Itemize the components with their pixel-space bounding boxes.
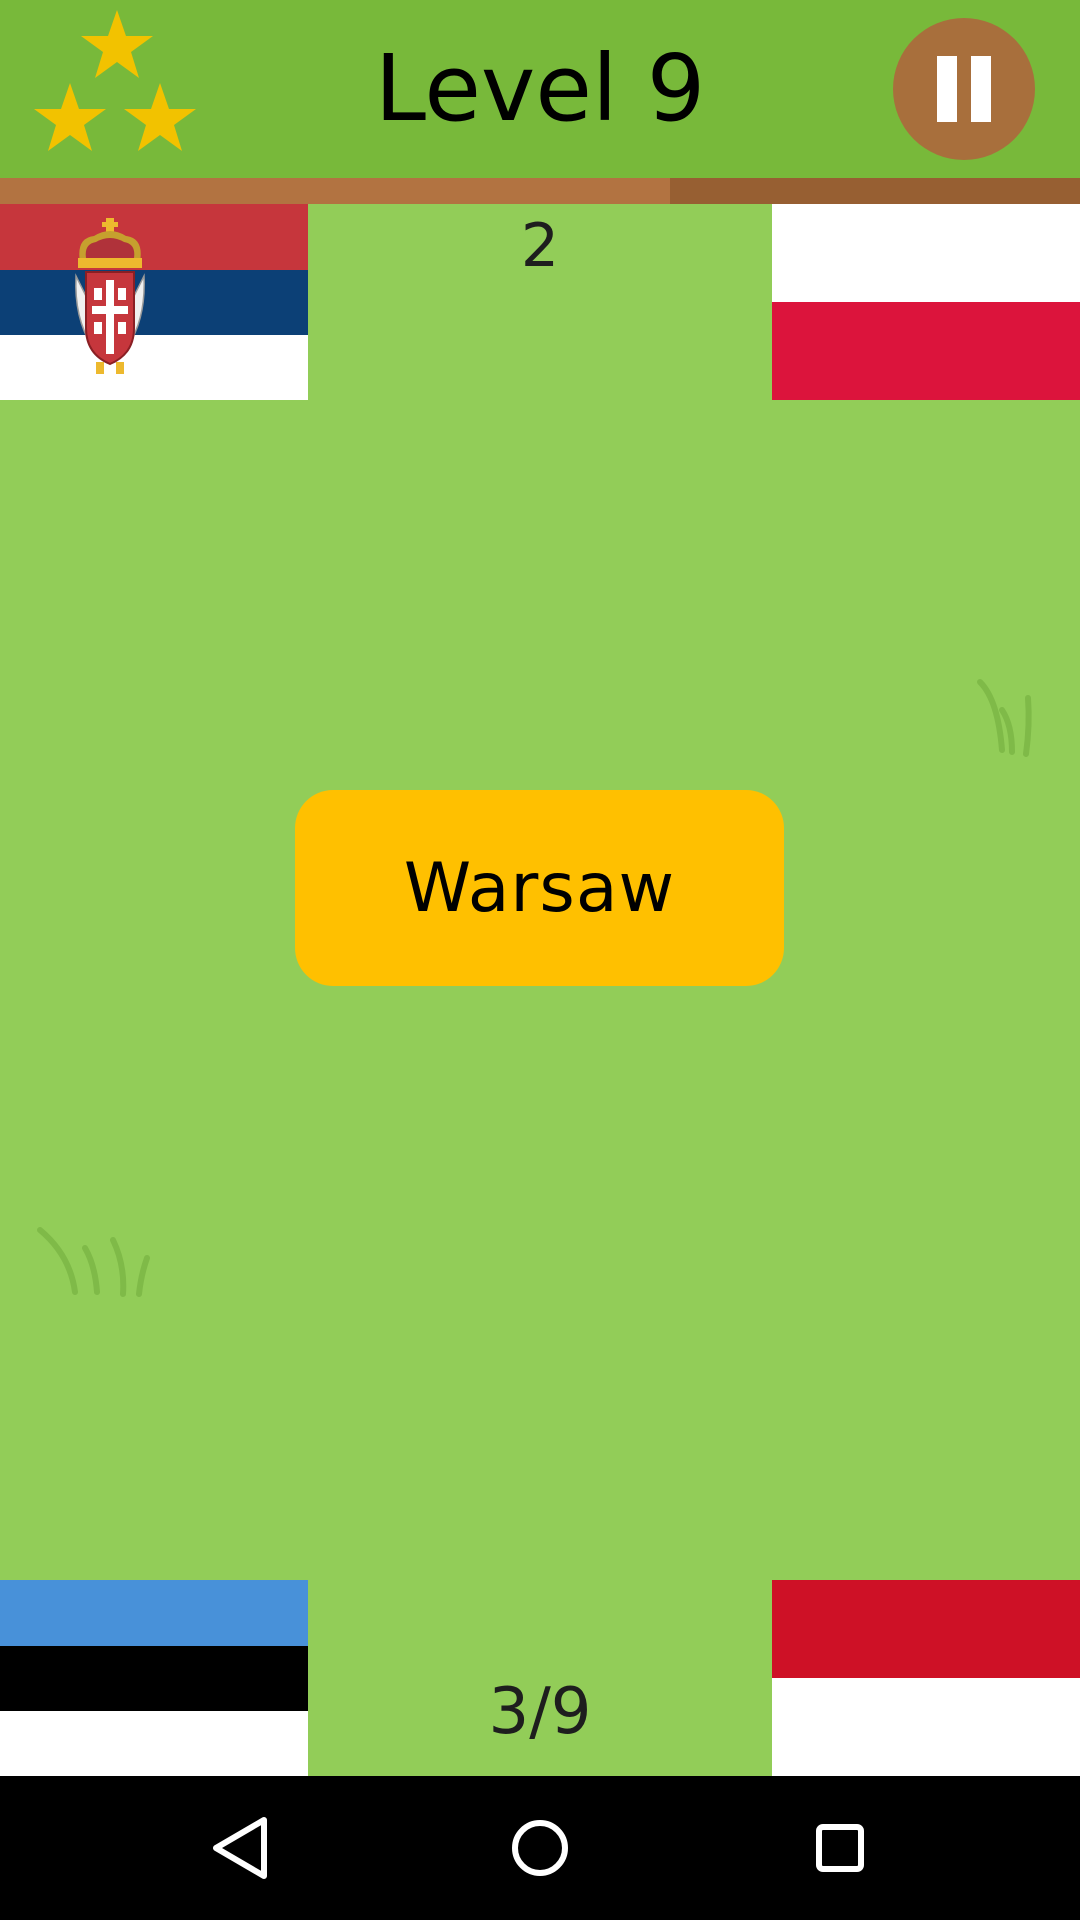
star-icon [81, 10, 153, 78]
header-bar: Level 9 [0, 0, 1080, 178]
flag-indonesia[interactable] [772, 1580, 1080, 1776]
timer-bar [0, 178, 1080, 204]
pause-button[interactable] [893, 18, 1035, 160]
flag-estonia[interactable] [0, 1580, 308, 1776]
star-icon [124, 83, 196, 151]
flag-poland[interactable] [772, 204, 1080, 400]
serbia-coat-of-arms-icon [75, 218, 145, 374]
timer-fill [0, 178, 670, 204]
home-circle-icon[interactable] [490, 1798, 590, 1898]
back-triangle-icon[interactable] [190, 1798, 290, 1898]
stars-rating [34, 10, 196, 151]
score-counter: 2 [520, 211, 560, 281]
capital-answer-button[interactable]: Warsaw [295, 790, 784, 986]
question-progress: 3/9 [488, 1675, 592, 1749]
grass-decoration [977, 679, 1032, 757]
grass-decoration [37, 1227, 150, 1297]
recents-square-icon[interactable] [790, 1798, 890, 1898]
star-icon [34, 83, 106, 151]
system-navigation-bar [0, 1776, 1080, 1920]
play-field [0, 204, 1080, 1776]
flag-serbia[interactable] [0, 204, 308, 400]
